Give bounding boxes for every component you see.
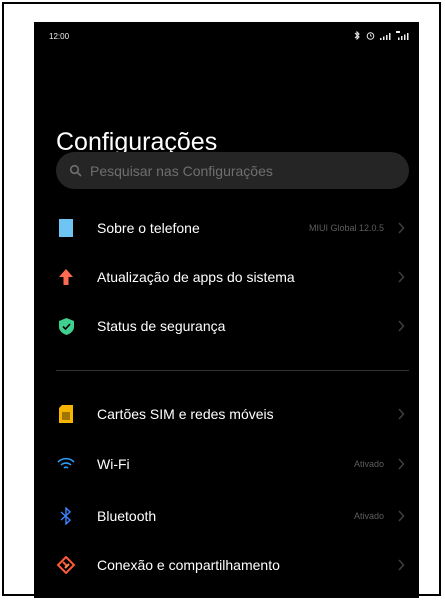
section-divider: [56, 370, 409, 371]
bluetooth-icon: [56, 506, 76, 526]
sim-card-icon: [56, 404, 76, 424]
settings-item-label: Cartões SIM e redes móveis: [97, 406, 274, 422]
signal-4g-icon: [396, 31, 409, 40]
settings-item-label: Status de segurança: [97, 318, 226, 334]
status-icons: [354, 31, 409, 40]
settings-item-label: Bluetooth: [97, 508, 157, 524]
settings-item-security-status[interactable]: Status de segurança: [34, 302, 419, 350]
connection-share-icon: [56, 555, 76, 575]
settings-item-label: Wi-Fi: [97, 456, 130, 472]
settings-item-value: MIUI Global 12.0.5: [308, 223, 384, 233]
wifi-icon: [56, 454, 76, 474]
settings-item-label: Atualização de apps do sistema: [97, 269, 295, 285]
chevron-right-icon: [398, 510, 405, 522]
status-time: 12:00: [49, 32, 70, 41]
chevron-right-icon: [398, 559, 405, 571]
settings-item-label: Sobre o telefone: [97, 220, 200, 236]
shield-check-icon: [56, 316, 76, 336]
alarm-icon: [366, 31, 375, 40]
settings-item-wifi[interactable]: Wi-Fi Ativado: [34, 440, 419, 488]
bluetooth-status-icon: [354, 31, 361, 40]
chevron-right-icon: [398, 408, 405, 420]
settings-item-value: Ativado: [353, 511, 384, 521]
settings-item-value: Ativado: [353, 459, 384, 469]
settings-item-system-apps-update[interactable]: Atualização de apps do sistema: [34, 253, 419, 301]
chevron-right-icon: [398, 320, 405, 332]
settings-item-label: Conexão e compartilhamento: [97, 557, 280, 573]
phone-screen: 12:00 Configurações Pesquisar nas Config…: [34, 22, 419, 598]
settings-item-about-phone[interactable]: Sobre o telefone MIUI Global 12.0.5: [34, 204, 419, 252]
arrow-up-icon: [56, 267, 76, 287]
settings-item-sim-cards[interactable]: Cartões SIM e redes móveis: [34, 390, 419, 438]
settings-item-connection-sharing[interactable]: Conexão e compartilhamento: [34, 541, 419, 589]
chevron-right-icon: [398, 222, 405, 234]
phone-icon: [56, 218, 76, 238]
chevron-right-icon: [398, 271, 405, 283]
search-icon: [69, 164, 82, 177]
chevron-right-icon: [398, 458, 405, 470]
status-bar: 12:00: [34, 22, 419, 54]
settings-item-bluetooth[interactable]: Bluetooth Ativado: [34, 492, 419, 540]
search-input[interactable]: Pesquisar nas Configurações: [56, 152, 409, 189]
search-placeholder: Pesquisar nas Configurações: [90, 162, 273, 179]
signal-icon: [380, 32, 391, 40]
